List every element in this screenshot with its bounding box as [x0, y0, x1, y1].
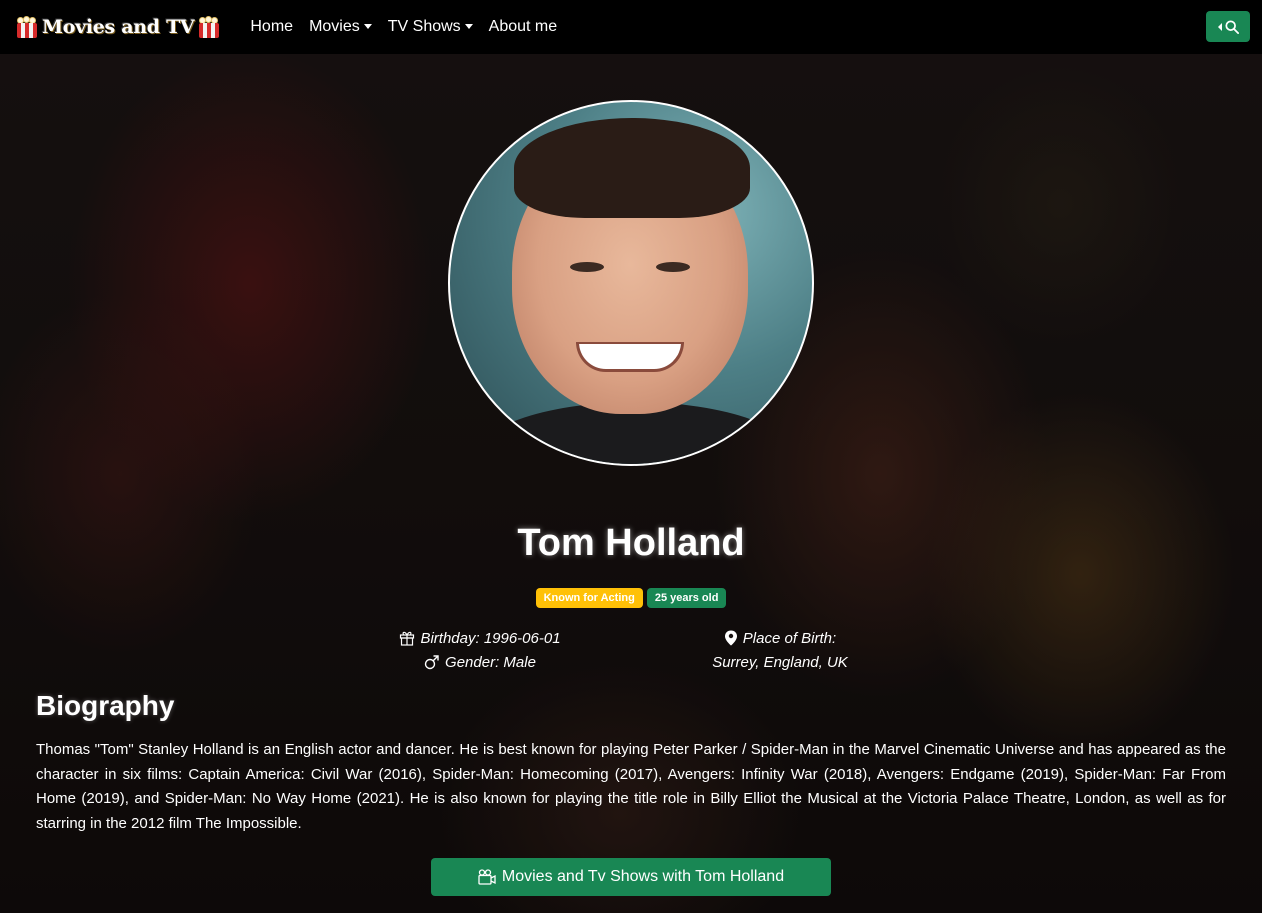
badge-group: Known for Acting 25 years old: [0, 588, 1262, 608]
person-name: Tom Holland: [517, 522, 745, 564]
gift-icon: [400, 631, 415, 646]
male-gender-icon: [424, 655, 439, 670]
birthday-text: Birthday: 1996-06-01: [420, 629, 561, 647]
biography-heading: Biography: [36, 690, 175, 721]
film-camera-icon: [478, 869, 496, 885]
caret-down-icon: [363, 23, 372, 29]
movies-and-tv-button-label: Movies and Tv Shows with Tom Holland: [501, 868, 785, 885]
gender-text: Gender: Male: [445, 653, 536, 671]
navbar: Movies and TV Home Movies TV Shows About…: [0, 0, 1262, 54]
gender-row: Gender: Male: [360, 650, 600, 674]
nav-tv-shows-dropdown[interactable]: TV Shows: [380, 18, 481, 36]
popcorn-icon: [197, 16, 221, 38]
nav-home-label: Home: [250, 18, 294, 35]
nav-home[interactable]: Home: [242, 18, 301, 36]
facts-right: Place of Birth: Surrey, England, UK: [660, 626, 900, 674]
place-of-birth-row: Surrey, England, UK: [660, 650, 900, 674]
nav-tv-shows-label: TV Shows: [387, 18, 461, 35]
caret-down-icon: [464, 23, 473, 29]
person-facts: Birthday: 1996-06-01 Gender: Male Place …: [330, 626, 930, 682]
brand-name: Movies and TV: [42, 16, 195, 38]
nav-about-me[interactable]: About me: [481, 18, 565, 36]
place-of-birth-label-row: Place of Birth:: [660, 626, 900, 650]
nav-movies-label: Movies: [309, 18, 360, 35]
search-button[interactable]: [1206, 11, 1250, 42]
birthday-row: Birthday: 1996-06-01: [360, 626, 600, 650]
popcorn-icon: [15, 16, 39, 38]
place-of-birth-text: Surrey, England, UK: [712, 653, 848, 671]
facts-left: Birthday: 1996-06-01 Gender: Male: [360, 626, 600, 674]
profile-photo: [448, 100, 814, 466]
nav-links: Home Movies TV Shows About me: [242, 18, 565, 36]
movies-and-tv-button[interactable]: Movies and Tv Shows with Tom Holland: [431, 858, 831, 896]
brand-logo[interactable]: Movies and TV: [12, 16, 224, 38]
search-icon: [1224, 19, 1239, 34]
person-detail: Tom Holland Known for Acting 25 years ol…: [0, 54, 1262, 913]
caret-left-icon: [1217, 22, 1222, 31]
map-pin-icon: [724, 630, 737, 646]
age-badge: 25 years old: [646, 588, 727, 608]
nav-about-label: About me: [488, 18, 558, 35]
place-of-birth-label: Place of Birth:: [742, 629, 837, 647]
nav-movies-dropdown[interactable]: Movies: [301, 18, 380, 36]
biography-text: Thomas "Tom" Stanley Holland is an Engli…: [36, 741, 1226, 832]
known-for-badge: Known for Acting: [535, 588, 643, 608]
